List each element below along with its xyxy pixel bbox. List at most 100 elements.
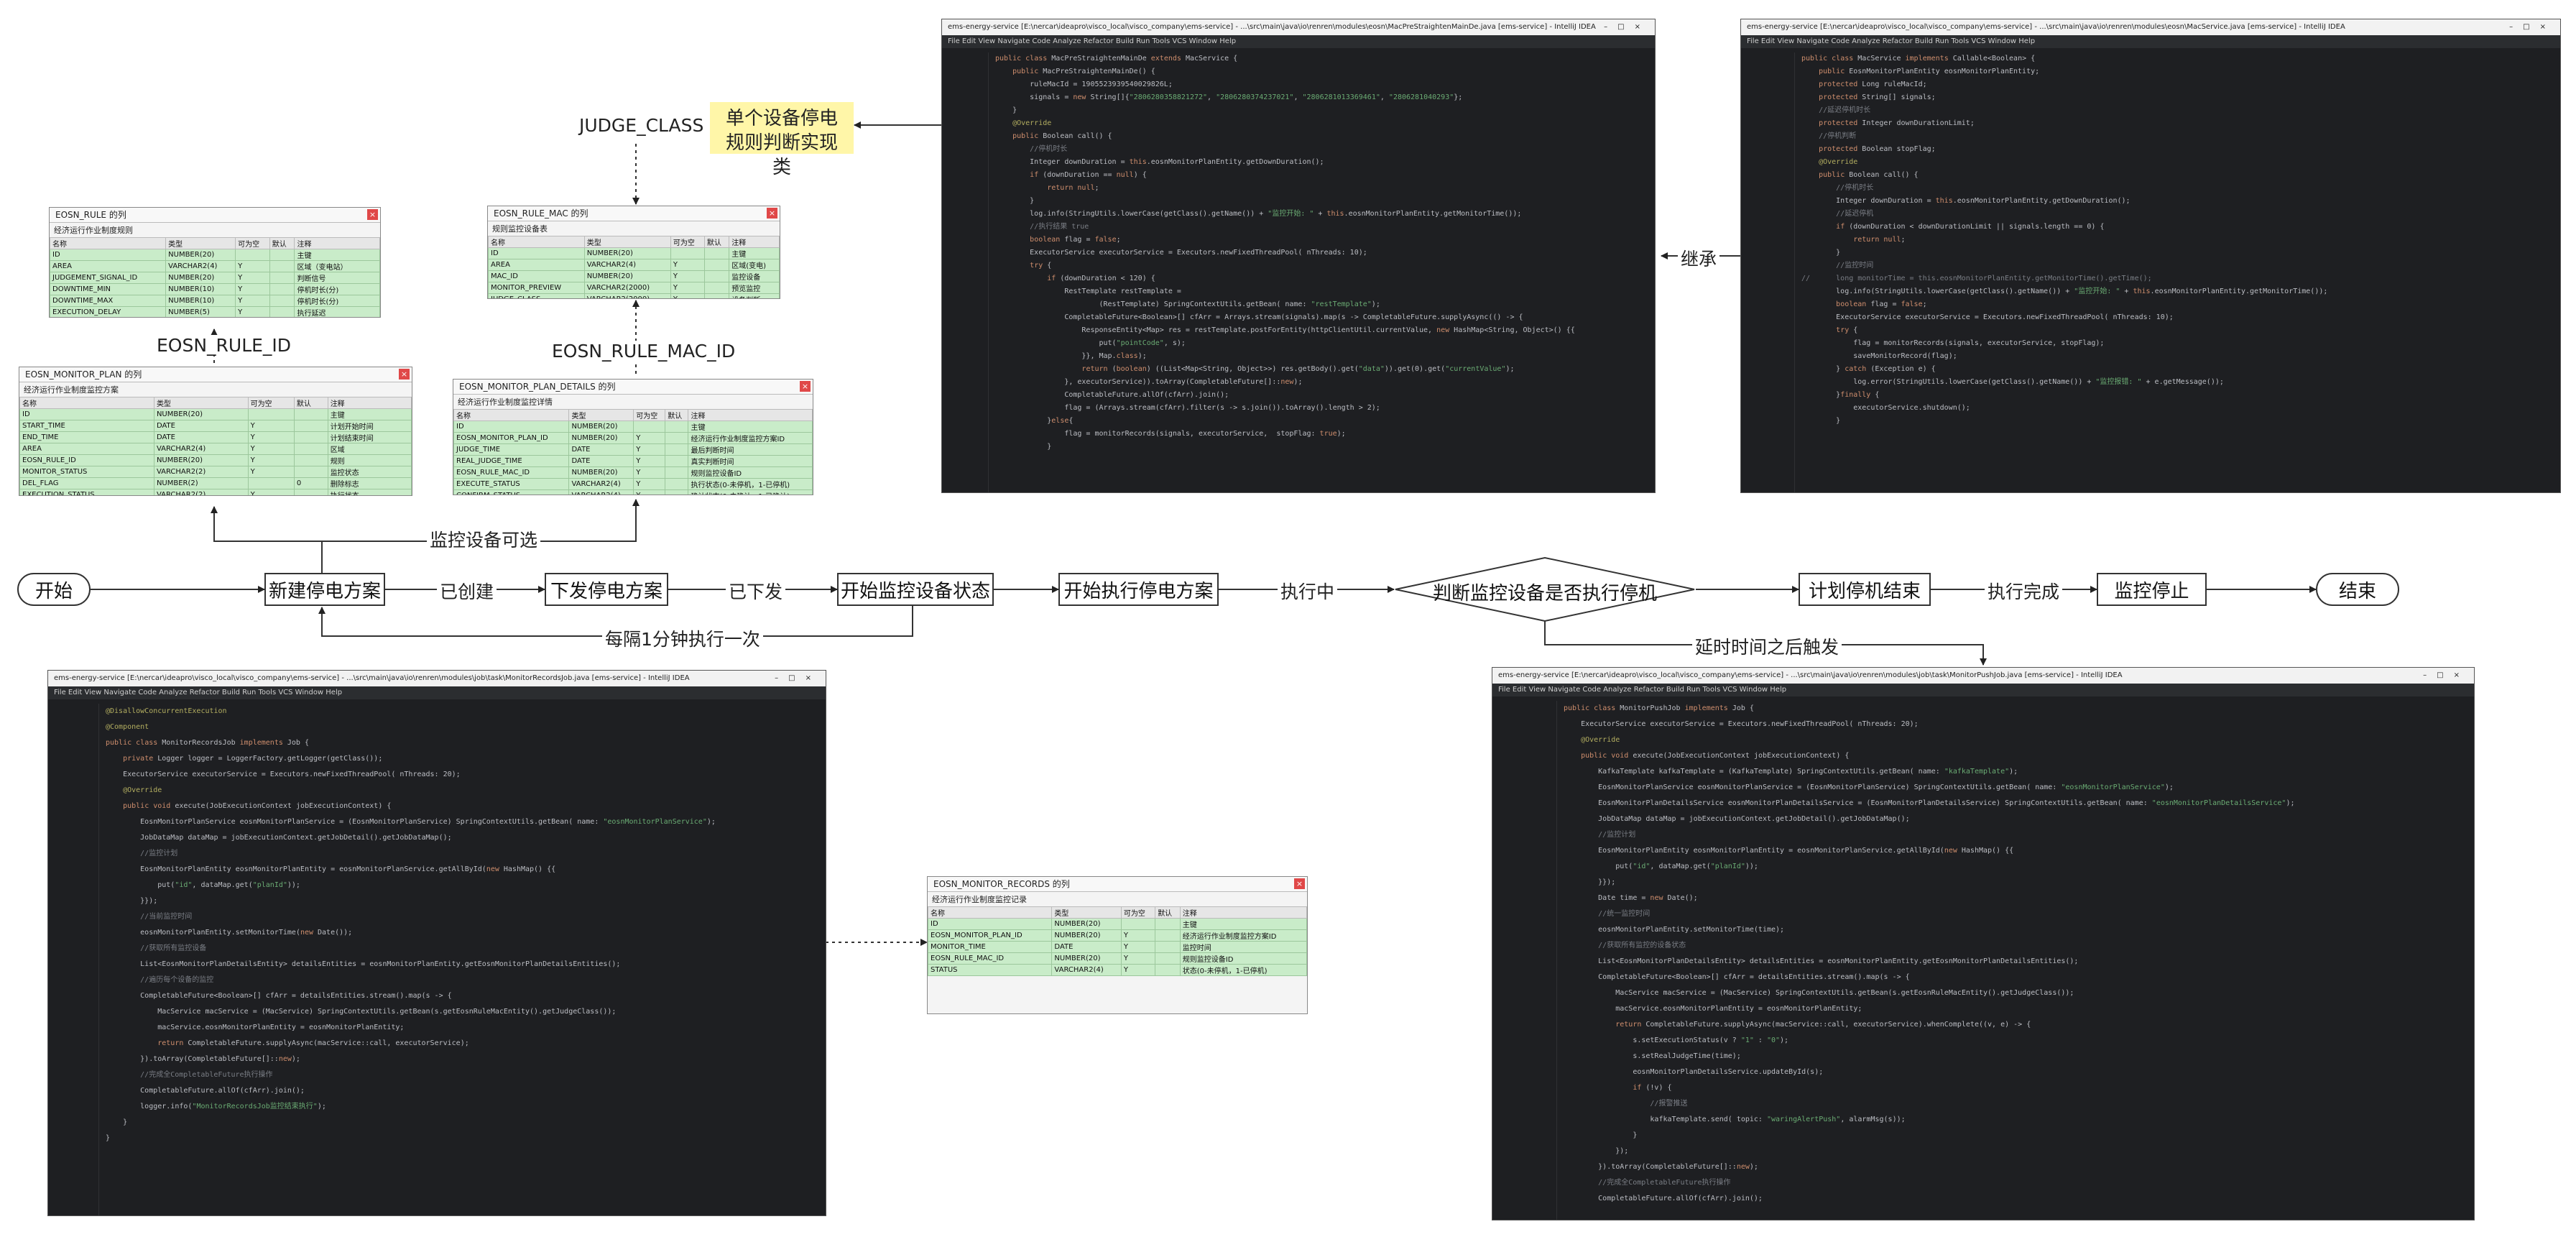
code-line: KafkaTemplate kafkaTemplate = (KafkaTemp…	[1564, 768, 2018, 776]
table-row[interactable]: EOSN_MONITOR_PLAN_ID NUMBER(20) Y 经济运行作业制度监…	[453, 432, 813, 444]
table-row[interactable]: STATUS VARCHAR2(4) Y 状态(0-未停机，1-已停机)	[928, 964, 1307, 976]
table-row[interactable]: AREA VARCHAR2(4) Y 区域	[19, 443, 412, 455]
table-row[interactable]: EOSN_RULE_MAC_ID NUMBER(20) Y 规则监控设备ID	[453, 466, 813, 479]
window-title-bar[interactable]: ems-energy-service [E:\nercar\ideapro\vi…	[48, 671, 826, 686]
table-row[interactable]: ID NUMBER(20) 主键	[50, 249, 380, 261]
table-row[interactable]: AREA VARCHAR2(4) Y 区域（变电站）	[50, 260, 380, 272]
table-cell	[269, 295, 295, 307]
ide-window-straighten[interactable]: ems-energy-service [E:\nercar\ideapro\vi…	[941, 19, 1656, 493]
table-cell: 规则监控设备ID	[688, 466, 813, 479]
table-row[interactable]: JUDGEMENT_SIGNAL_ID NUMBER(20) Y 判断信号	[50, 272, 380, 284]
table-title: EOSN_RULE_MAC 的列 ×	[488, 206, 780, 221]
table-row[interactable]: EXECUTION_DELAY NUMBER(5) Y 执行延迟	[50, 306, 380, 317]
ide-window-monitor-push-job[interactable]: ems-energy-service [E:\nercar\ideapro\vi…	[1492, 667, 2475, 1220]
table-cell: Y	[670, 270, 705, 282]
table-cell: Y	[247, 454, 295, 466]
code-line: }	[1801, 249, 1841, 257]
code-editor[interactable]: public class MacPreStraightenMainDe exte…	[995, 52, 1655, 492]
table-row[interactable]: JUDGE_CLASSVARCHAR2(2000)Y 设备判断	[488, 293, 780, 298]
table-cell	[293, 466, 328, 478]
menu-bar[interactable]: File Edit View Navigate Code Analyze Ref…	[942, 35, 1655, 48]
code-line: return (boolean) ((List<Map<String, Obje…	[1081, 365, 1515, 373]
code-line: put("id", dataMap.get("planId"));	[106, 881, 300, 889]
code-line: public void execute(JobExecutionContext …	[123, 802, 392, 810]
table-row[interactable]: ID NUMBER(20) 主键	[453, 420, 813, 433]
close-icon[interactable]: ×	[399, 369, 410, 380]
table-row[interactable]: START_TIME DATE Y 计划开始时间	[19, 420, 412, 432]
menu-bar[interactable]: File Edit View Navigate Code Analyze Ref…	[48, 686, 826, 699]
table-row[interactable]: MONITOR_STATUS VARCHAR2(2) Y 监控状态	[19, 466, 412, 478]
table-row[interactable]: EOSN_RULE_MAC_ID NUMBER(20) Y 规则监控设备ID	[928, 952, 1307, 965]
table-row[interactable]: EOSN_MONITOR_PLAN_ID NUMBER(20) Y 经济运行作业制度监…	[928, 929, 1307, 942]
code-line: CompletableFuture.allOf(cfArr).join();	[995, 391, 1229, 399]
table-row[interactable]: DOWNTIME_MIN NUMBER(10) Y 停机时长(分)	[50, 283, 380, 295]
judge-class-label: JUDGE_CLASS	[576, 115, 707, 136]
table-cell	[293, 454, 328, 466]
table-row[interactable]: CONFIRM_STATUSVARCHAR2(4)Y 确认状态(0-未确认，1-已…	[453, 489, 813, 495]
table-comment: 经济运行作业制度规则	[54, 226, 133, 235]
table-cell	[665, 420, 689, 433]
window-controls-icon[interactable]: –□×	[1604, 19, 1651, 35]
code-editor[interactable]: public class MacService implements Calla…	[1801, 52, 2560, 492]
window-title-bar[interactable]: ems-energy-service [E:\nercar\ideapro\vi…	[1741, 19, 2560, 35]
table-row[interactable]: END_TIME DATE Y 计划结束时间	[19, 431, 412, 443]
table-title: EOSN_MONITOR_RECORDS 的列 ×	[928, 877, 1307, 892]
table-row[interactable]: REAL_JUDGE_TIME DATE Y 真实判断时间	[453, 455, 813, 467]
table-cell: NUMBER(20)	[1051, 952, 1122, 965]
table-row[interactable]: EOSN_RULE_ID NUMBER(20) Y 规则	[19, 454, 412, 466]
code-line: //停机判断	[1801, 132, 1857, 140]
code-line: ruleMacId = 1905523939540029826L;	[995, 81, 1173, 88]
column-header: 注释	[327, 397, 412, 409]
close-icon[interactable]: ×	[1294, 878, 1305, 889]
code-line: return CompletableFuture.supplyAsync(mac…	[157, 1039, 469, 1047]
table-row[interactable]: DOWNTIME_MAX NUMBER(10) Y 停机时长(分)	[50, 295, 380, 307]
table-cell: Y	[247, 431, 295, 443]
table-cell: AREA	[19, 443, 154, 455]
table-row[interactable]: MAC_ID NUMBER(20) Y 监控设备	[488, 270, 780, 282]
window-controls-icon[interactable]: –□×	[2423, 668, 2470, 684]
window-controls-icon[interactable]: –□×	[775, 671, 821, 686]
table-cell	[1155, 952, 1181, 965]
table-row[interactable]: ID NUMBER(20) 主键	[928, 918, 1307, 930]
editor-gutter	[1492, 701, 1557, 1220]
table-row[interactable]: ID NUMBER(20) 主键	[19, 408, 412, 420]
code-line: return CompletableFuture.supplyAsync(mac…	[1615, 1021, 2031, 1029]
close-icon[interactable]: ×	[367, 209, 378, 220]
code-line: }});	[106, 897, 158, 905]
table-cell: START_TIME	[19, 420, 154, 432]
table-cell: 删除标志	[327, 477, 412, 489]
table-row[interactable]: JUDGE_TIME DATE Y 最后判断时间	[453, 443, 813, 456]
window-title-bar[interactable]: ems-energy-service [E:\nercar\ideapro\vi…	[942, 19, 1655, 35]
table-cell: MONITOR_TIME	[928, 941, 1053, 953]
code-line: //监控计划	[106, 850, 178, 857]
code-editor[interactable]: @DisallowConcurrentExecution @Component pu…	[106, 704, 826, 1215]
table-row[interactable]: EXECUTE_STATUS VARCHAR2(4) Y 执行状态(0-未停机，1-已…	[453, 478, 813, 490]
table-cell: VARCHAR2(2)	[153, 466, 249, 478]
ide-window-mac-service[interactable]: ems-energy-service [E:\nercar\ideapro\vi…	[1740, 19, 2561, 493]
table-cell: NUMBER(10)	[165, 295, 236, 307]
table-cell	[670, 247, 705, 259]
table-cell: Y	[633, 443, 666, 456]
window-title-bar[interactable]: ems-energy-service [E:\nercar\ideapro\vi…	[1492, 668, 2474, 684]
table-row[interactable]: MONITOR_TIME DATE Y 监控时间	[928, 941, 1307, 953]
table-row[interactable]: AREA VARCHAR2(4) Y 区域(变电)	[488, 259, 780, 271]
table-cell: AREA	[488, 259, 585, 271]
table-cell: Y	[247, 443, 295, 455]
close-icon[interactable]: ×	[800, 381, 811, 392]
table-cell	[665, 466, 689, 479]
menu-bar[interactable]: File Edit View Navigate Code Analyze Ref…	[1492, 684, 2474, 696]
close-icon[interactable]: ×	[767, 208, 777, 219]
table-cell: Y	[247, 420, 295, 432]
table-cell: Y	[1120, 964, 1156, 976]
code-line: logger.info("MonitorRecordsJob监控结束执行");	[106, 1103, 326, 1110]
table-cell: 主键	[729, 247, 780, 259]
window-controls-icon[interactable]: –□×	[2509, 19, 2556, 35]
table-row[interactable]: ID NUMBER(20) 主键	[488, 247, 780, 259]
table-row[interactable]: DEL_FLAG NUMBER(2) 0 删除标志	[19, 477, 412, 489]
code-editor[interactable]: public class MonitorPushJob implements J…	[1564, 701, 2474, 1220]
ide-window-monitor-records-job[interactable]: ems-energy-service [E:\nercar\ideapro\vi…	[47, 670, 826, 1216]
table-row[interactable]: MONITOR_PREVIEW VARCHAR2(2000) Y 预览监控	[488, 282, 780, 294]
code-line: public class MacService implements Calla…	[1801, 55, 2036, 63]
table-row[interactable]: EXECUTION_STATUSVARCHAR2(2)Y 执行状态	[19, 489, 412, 495]
menu-bar[interactable]: File Edit View Navigate Code Analyze Ref…	[1741, 35, 2560, 48]
